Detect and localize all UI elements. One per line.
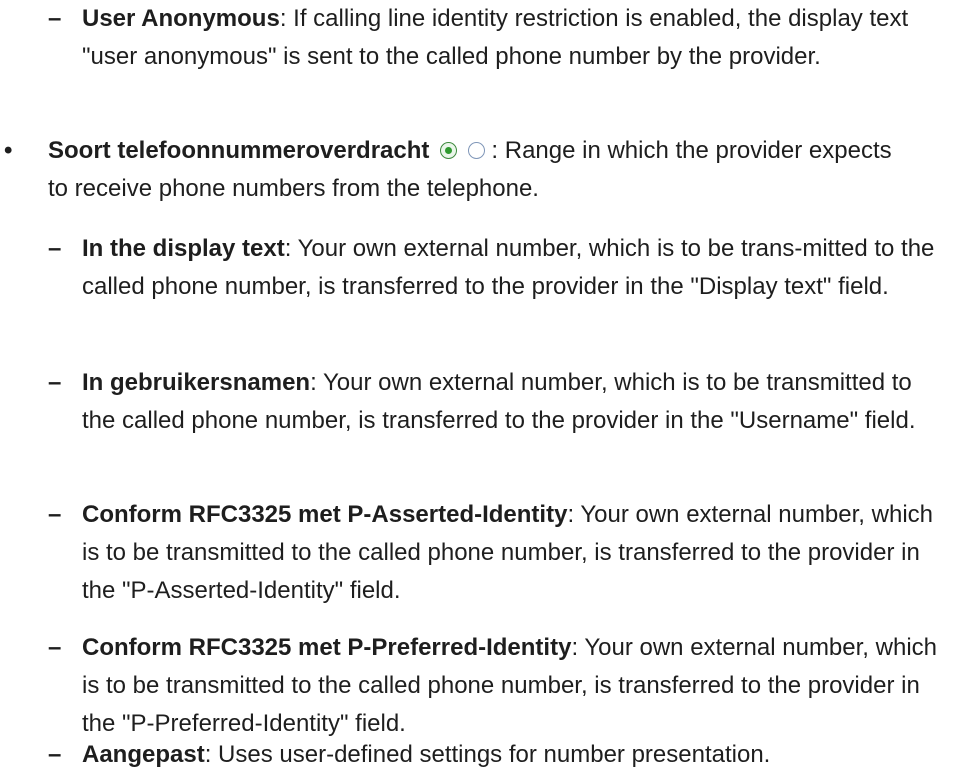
list-item-aangepast: – Aangepast: Uses user-defined settings … (48, 736, 962, 774)
list-item-display-text: – In the display text: Your own external… (48, 230, 944, 306)
list-item-body: Aangepast: Uses user-defined settings fo… (82, 736, 962, 774)
list-item-p-preferred-identity: – Conform RFC3325 met P-Preferred-Identi… (48, 629, 944, 743)
list-item-p-asserted-identity: – Conform RFC3325 met P-Asserted-Identit… (48, 496, 944, 610)
dash-marker: – (48, 634, 62, 661)
list-item-soort-telefoonnummeroverdracht: • Soort telefoonnummeroverdracht : Range… (0, 132, 908, 208)
term-display-text: In the display text (82, 235, 285, 262)
description-aangepast: : Uses user-defined settings for number … (204, 741, 771, 768)
list-item-body: Conform RFC3325 met P-Asserted-Identity:… (82, 496, 944, 610)
list-item-gebruikersnamen: – In gebruikersnamen: Your own external … (48, 364, 944, 440)
term-gebruikersnamen: In gebruikersnamen (82, 369, 311, 396)
radio-selected-icon (440, 142, 458, 159)
dash-marker: – (48, 235, 62, 262)
dash-marker: – (48, 369, 62, 396)
radio-unselected-icon (467, 142, 485, 159)
list-item-user-anonymous: – User Anonymous: If calling line identi… (48, 0, 942, 76)
dash-marker: – (48, 501, 62, 528)
term-p-asserted-identity: Conform RFC3325 met P-Asserted-Identity (82, 501, 568, 528)
dash-marker: – (48, 5, 62, 32)
term-soort: Soort telefoonnummeroverdracht (48, 137, 430, 164)
list-item-body: In the display text: Your own external n… (82, 230, 944, 306)
term-user-anonymous: User Anonymous (82, 5, 280, 32)
list-item-body: User Anonymous: If calling line identity… (82, 0, 942, 76)
bullet-marker: • (4, 137, 13, 164)
term-aangepast: Aangepast (82, 741, 205, 768)
dash-marker: – (48, 741, 62, 768)
term-p-preferred-identity: Conform RFC3325 met P-Preferred-Identity (82, 634, 572, 661)
list-item-body: Soort telefoonnummeroverdracht : Range i… (48, 132, 908, 208)
list-item-body: Conform RFC3325 met P-Preferred-Identity… (82, 629, 944, 743)
list-item-body: In gebruikersnamen: Your own external nu… (82, 364, 944, 440)
